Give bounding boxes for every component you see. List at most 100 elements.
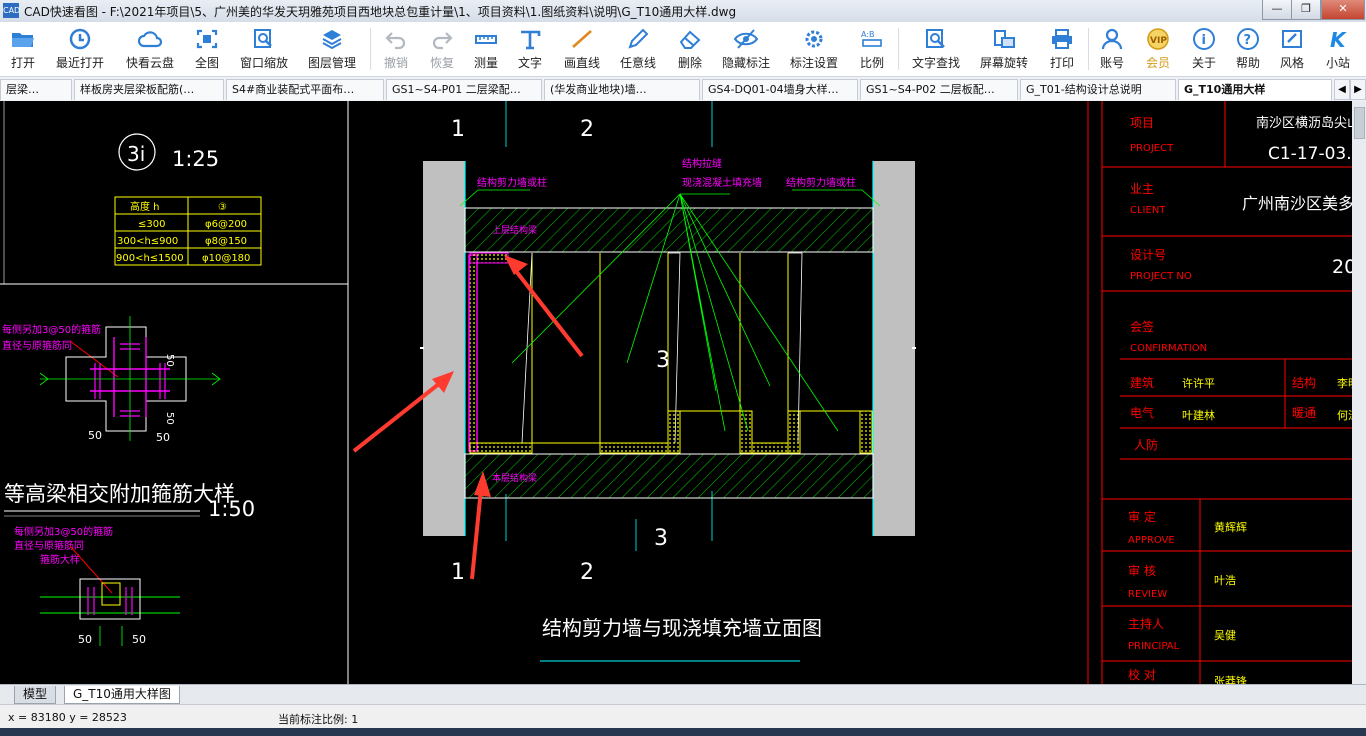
tb-label-en: PRINCIPAL (1128, 641, 1180, 652)
rotate-screen-button[interactable]: 屏幕旋转 (974, 22, 1034, 76)
rotate-screen-icon (994, 30, 1015, 48)
text-search-icon (926, 29, 945, 48)
printer-icon (1052, 29, 1072, 49)
table-cell: φ10@180 (202, 253, 250, 264)
rebar-table: 高度 h ③ ≤300 φ6@200 300<h≤900 φ8@150 900<… (114, 196, 262, 266)
minimize-button[interactable]: — (1262, 0, 1292, 20)
site-button[interactable]: K 小站 (1320, 22, 1356, 76)
help-button[interactable]: ? 帮助 (1230, 22, 1266, 76)
k-site-icon: K (1330, 28, 1347, 51)
vip-button[interactable]: VIP 会员 (1140, 22, 1176, 76)
tb-label: 校 对 (1128, 667, 1156, 682)
text-button[interactable]: 文字 (512, 22, 548, 76)
tb-sign-label: 电气 (1130, 405, 1154, 420)
svg-text:A:B: A:B (861, 30, 875, 39)
eye-hide-icon (733, 29, 759, 49)
tb-sign-value: 许许平 (1182, 377, 1215, 390)
help-icon: ? (1237, 28, 1259, 50)
tb-label: 设计号 (1130, 248, 1166, 262)
detail-scale: 1:25 (172, 147, 219, 171)
doc-tab[interactable]: 样板房夹层梁板配筋(… (74, 79, 224, 100)
folder-open-icon (12, 33, 34, 47)
doc-tab[interactable]: GS4-DQ01-04墙身大样… (702, 79, 858, 100)
toolbar-separator (898, 28, 899, 70)
user-icon (1101, 28, 1123, 50)
beam-note-line: 箍筋大样 (40, 553, 80, 566)
table-header-cell: 高度 h (130, 200, 160, 213)
about-button[interactable]: i 关于 (1186, 22, 1222, 76)
window-zoom-icon (254, 29, 272, 48)
open-button[interactable]: 打开 (0, 22, 46, 76)
tb-label-en: APPROVE (1128, 535, 1175, 546)
measure-button[interactable]: 测量 (468, 22, 504, 76)
tb-sign-value: 吴健 (1214, 629, 1236, 642)
axis-label: 1 (451, 560, 465, 585)
annotation-settings-icon (805, 30, 823, 48)
doc-tab[interactable]: S4#商业装配式平面布… (226, 79, 384, 100)
svg-text:VIP: VIP (1150, 36, 1167, 46)
callout-arrows (352, 255, 584, 580)
tb-label: 会签 (1130, 319, 1154, 334)
style-button[interactable]: 风格 (1274, 22, 1310, 76)
upper-beam-annotation: 上层结构梁 (492, 224, 537, 236)
beam-note-line: 每侧另加3@50的箍筋 (2, 323, 101, 336)
tb-value: 广州南沙区美多莉房地产 (1242, 194, 1352, 213)
close-button[interactable]: ✕ (1321, 0, 1365, 20)
cloud-icon (137, 31, 163, 48)
restore-button[interactable]: ❐ (1291, 0, 1321, 20)
axis-label: 2 (580, 117, 594, 142)
hide-annotations-button[interactable]: 隐藏标注 (718, 22, 774, 76)
scale-icon: A:B (861, 30, 882, 47)
elevation-title: 结构剪力墙与现浇填充墙立面图 (542, 616, 822, 640)
layout-tab-active[interactable]: G_T10通用大样图 (64, 686, 180, 704)
doc-tab[interactable]: GS1~S4-P02 二层板配… (860, 79, 1018, 100)
window-zoom-button[interactable]: 窗口缩放 (234, 22, 294, 76)
annotation-scale-status: 当前标注比例: 1 (278, 713, 359, 726)
layers-icon (322, 30, 342, 50)
doc-tab[interactable]: G_T01-结构设计总说明 (1020, 79, 1176, 100)
svg-text:K: K (1330, 28, 1347, 51)
cloud-disk-button[interactable]: 快看云盘 (120, 22, 180, 76)
tb-sign-value: 叶建林 (1182, 408, 1215, 422)
dimension-label: 50 (164, 412, 175, 425)
drawing-canvas[interactable]: 3i 1:25 高度 h ③ ≤300 φ6@200 300<h≤900 φ8@… (0, 101, 1352, 684)
beam-detail-scale: 1:50 (208, 497, 255, 521)
account-button[interactable]: 账号 (1094, 22, 1130, 76)
tb-sign-label: 人防 (1134, 437, 1158, 452)
recent-open-button[interactable]: 最近打开 (52, 22, 108, 76)
doc-tab-active[interactable]: G_T10通用大样 (1178, 79, 1332, 100)
right-shear-wall (873, 161, 915, 536)
axis-label: 2 (580, 560, 594, 585)
tab-prev-button[interactable]: ◀ (1334, 79, 1350, 100)
freehand-button[interactable]: 任意线 (616, 22, 660, 76)
svg-text:i: i (1202, 33, 1206, 48)
delete-button[interactable]: 删除 (672, 22, 708, 76)
tb-label-en: CONFIRMATION (1130, 343, 1207, 354)
toolbar-separator (370, 28, 371, 70)
toolbar-separator (1088, 28, 1089, 70)
wall-annotation-left: 结构剪力墙或柱 (477, 176, 547, 189)
layout-tab-model[interactable]: 模型 (14, 686, 57, 704)
layer-manager-button[interactable]: 图层管理 (302, 22, 362, 76)
text-search-button[interactable]: 文字查找 (906, 22, 966, 76)
dimension-label: 50 (156, 431, 170, 444)
undo-button[interactable]: 撤销 (376, 22, 416, 76)
fit-all-button[interactable]: 全图 (186, 22, 228, 76)
info-icon: i (1193, 28, 1215, 50)
print-button[interactable]: 打印 (1042, 22, 1082, 76)
title-bar: CAD CAD快速看图 - F:\2021年项目\5、广州美的华发天玥雅苑项目西… (0, 0, 1366, 23)
scrollbar-thumb[interactable] (1354, 107, 1365, 139)
dimension-label: 50 (132, 633, 146, 646)
tab-next-button[interactable]: ▶ (1350, 79, 1366, 100)
doc-tab[interactable]: (华发商业地块)墙… (544, 79, 700, 100)
beam-junction-detail: 每侧另加3@50的箍筋 直径与原箍筋同 50 50 50 50 (2, 316, 221, 444)
scale-button[interactable]: A:B 比例 (854, 22, 890, 76)
tb-sign-label: 结构 (1292, 375, 1316, 390)
vertical-scrollbar[interactable] (1352, 101, 1366, 684)
draw-line-button[interactable]: 画直线 (560, 22, 604, 76)
pencil-icon (628, 28, 649, 49)
annotation-settings-button[interactable]: 标注设置 (786, 22, 842, 76)
doc-tab[interactable]: GS1~S4-P01 二层梁配… (386, 79, 542, 100)
redo-button[interactable]: 恢复 (422, 22, 462, 76)
doc-tab[interactable]: 层梁… (0, 79, 72, 100)
